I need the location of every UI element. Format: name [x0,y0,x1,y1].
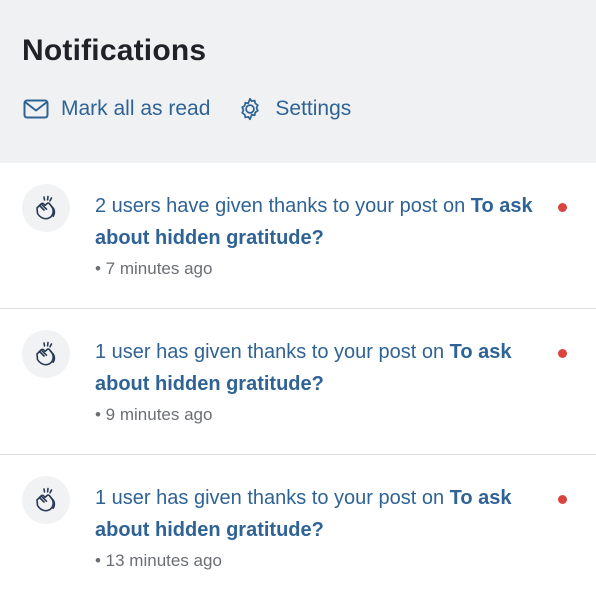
mark-all-read-label: Mark all as read [61,97,211,120]
mark-all-read-button[interactable]: Mark all as read [22,95,210,123]
notifications-header: Notifications Mark all as read Settings [0,0,596,163]
notification-list: 2 users have given thanks to your post o… [0,163,596,602]
notification-message: 2 users have given thanks to your post o… [95,195,466,217]
settings-label: Settings [275,97,352,120]
envelope-icon [22,95,50,123]
settings-button[interactable]: Settings [236,95,351,123]
notification-text: 1 user has given thanks to your post on … [95,336,535,400]
unread-indicator [558,203,567,212]
notification-time: • 13 minutes ago [95,551,222,570]
notification-text: 1 user has given thanks to your post on … [95,482,535,546]
notification-time: • 9 minutes ago [95,405,213,424]
clapping-hands-icon [22,184,70,232]
notification-message: 1 user has given thanks to your post on [95,487,445,509]
notification-message: 1 user has given thanks to your post on [95,341,445,363]
unread-indicator [558,495,567,504]
page-title: Notifications [22,34,207,67]
gear-icon [236,95,264,123]
notification-item[interactable]: 1 user has given thanks to your post on … [0,309,596,455]
clapping-hands-icon [22,476,70,524]
notification-item[interactable]: 1 user has given thanks to your post on … [0,455,596,602]
notification-time: • 7 minutes ago [95,259,213,278]
clapping-hands-icon [22,330,70,378]
notification-text: 2 users have given thanks to your post o… [95,190,535,254]
unread-indicator [558,349,567,358]
header-actions: Mark all as read Settings [22,92,351,126]
notification-item[interactable]: 2 users have given thanks to your post o… [0,163,596,309]
